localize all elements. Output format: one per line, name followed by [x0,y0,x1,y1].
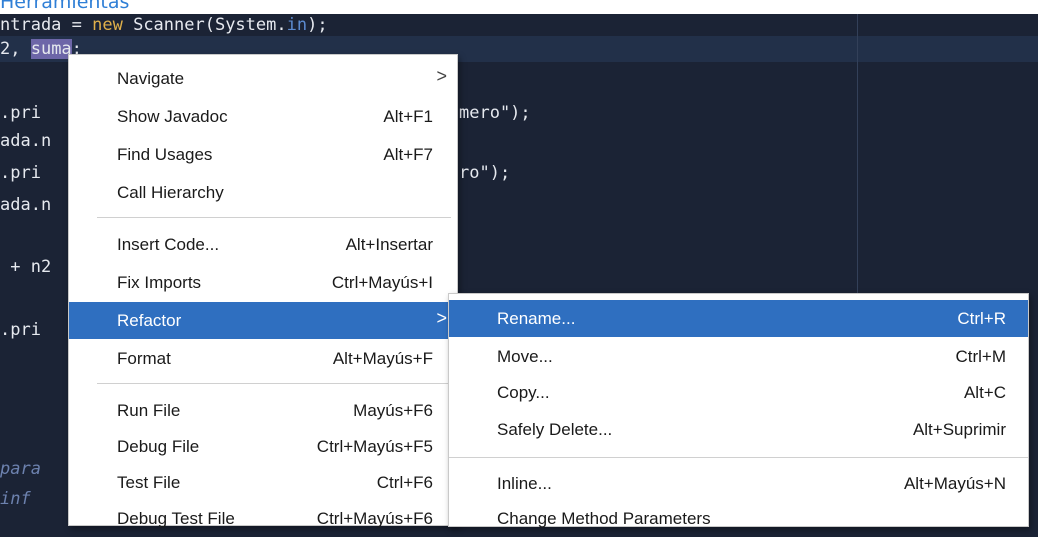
code-comment-2: inf [0,489,31,509]
menu-item-call-hierarchy[interactable]: Call Hierarchy [69,174,457,211]
menu-item-safely-delete[interactable]: Safely Delete... Alt+Suprimir [449,411,1028,448]
menu-item-format[interactable]: Format Alt+Mayús+F [69,340,457,377]
code-line-5: .pri [0,163,41,183]
menu-item-insert-code[interactable]: Insert Code... Alt+Insertar [69,226,457,263]
chevron-right-icon: > [436,66,447,86]
menu-item-refactor[interactable]: Refactor > [69,302,457,339]
menu-item-move[interactable]: Move... Ctrl+M [449,338,1028,375]
code-fragment-1: mero"); [459,103,531,123]
menu-item-run-file[interactable]: Run File Mayús+F6 [69,392,457,429]
code-line-7: + n2 [0,257,52,277]
chevron-right-icon: > [436,308,447,328]
code-line-3: .pri [0,103,41,123]
code-line-1: ntrada = new Scanner(System.in); [0,15,328,35]
code-fragment-2: ro"); [459,163,511,183]
menu-item-navigate[interactable]: Navigate > [69,60,457,97]
menu-item-test-file[interactable]: Test File Ctrl+F6 [69,464,457,501]
menu-separator [97,383,451,384]
menu-item-change-method-parameters[interactable]: Change Method Parameters [449,500,1028,537]
code-line-6: ada.n [0,195,52,215]
menu-item-copy[interactable]: Copy... Alt+C [449,374,1028,411]
code-line-8: .pri [0,320,41,340]
refactor-submenu: Rename... Ctrl+R Move... Ctrl+M Copy... … [448,293,1029,528]
menu-item-rename[interactable]: Rename... Ctrl+R [449,300,1028,337]
code-line-4: ada.n [0,131,52,151]
window-title: Herramientas [0,0,130,13]
menu-item-show-javadoc[interactable]: Show Javadoc Alt+F1 [69,98,457,135]
menu-separator [449,457,1028,458]
selected-identifier: suma [30,39,72,59]
editor-context-menu: Navigate > Show Javadoc Alt+F1 Find Usag… [68,54,458,528]
menu-item-debug-file[interactable]: Debug File Ctrl+Mayús+F5 [69,428,457,465]
menu-item-fix-imports[interactable]: Fix Imports Ctrl+Mayús+I [69,264,457,301]
menu-separator [97,217,451,218]
window-title-bar: Herramientas [0,0,1038,14]
menu-item-debug-test-file[interactable]: Debug Test File Ctrl+Mayús+F6 [69,500,457,537]
menu-item-inline[interactable]: Inline... Alt+Mayús+N [449,465,1028,502]
code-comment-1: para [0,459,41,479]
menu-item-find-usages[interactable]: Find Usages Alt+F7 [69,136,457,173]
